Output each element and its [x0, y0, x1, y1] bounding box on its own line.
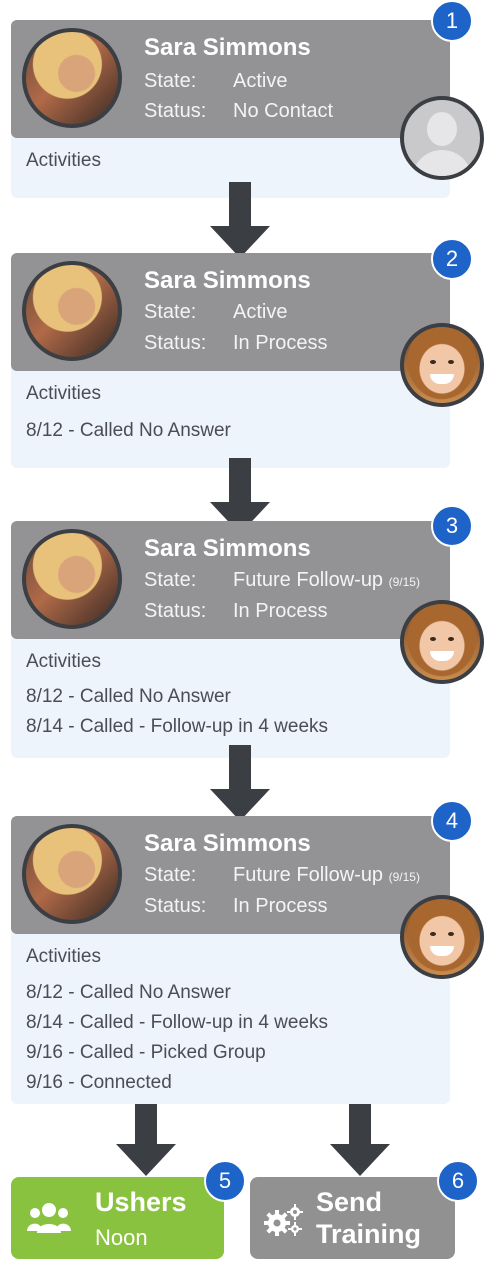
activities-title: Activities: [26, 946, 101, 967]
down-arrow-icon: [330, 1104, 390, 1176]
status-value: No Contact: [233, 100, 334, 122]
state-row: State: Active: [144, 70, 287, 93]
status-label: Status:: [144, 100, 207, 122]
step-badge-4: 4: [431, 800, 473, 842]
down-arrow-icon: [210, 182, 270, 258]
status-row: Status: In Process: [144, 600, 327, 623]
step-badge-6: 6: [437, 1160, 479, 1202]
contact-name: Sara Simmons: [144, 535, 311, 562]
caller-photo: [400, 895, 484, 979]
contact-photo: [22, 529, 122, 629]
placeholder-user-icon: [400, 96, 484, 180]
activity-item: 8/12 - Called No Answer: [26, 982, 231, 1003]
state-value: Future Follow-up: [233, 864, 384, 886]
contact-name: Sara Simmons: [144, 830, 311, 857]
ushers-group-button[interactable]: Ushers Noon: [11, 1177, 224, 1259]
card-header: Sara Simmons State: Future Follow-up (9/1…: [11, 816, 450, 934]
status-row: Status: No Contact: [144, 100, 333, 123]
step-badge-5: 5: [204, 1160, 246, 1202]
state-value: Active: [233, 70, 288, 92]
ushers-title: Ushers: [95, 1187, 187, 1217]
activities-title: Activities: [26, 651, 101, 672]
state-row: State: Active: [144, 301, 287, 324]
activity-item: 9/16 - Connected: [26, 1072, 172, 1093]
send-training-button[interactable]: Send Training: [250, 1177, 455, 1259]
activity-item: 9/16 - Called - Picked Group: [26, 1042, 266, 1063]
contact-photo: [22, 28, 122, 128]
activity-item: 8/14 - Called - Follow-up in 4 weeks: [26, 1012, 329, 1033]
down-arrow-icon: [116, 1104, 176, 1176]
status-label: Status:: [144, 332, 207, 354]
activities-title: Activities: [26, 150, 101, 171]
group-icon: [27, 1203, 71, 1233]
activity-item: 8/14 - Called - Follow-up in 4 weeks: [26, 716, 329, 737]
state-row: State: Future Follow-up (9/15): [144, 864, 420, 887]
gears-icon: [264, 1204, 303, 1236]
state-note: (9/15): [388, 870, 420, 884]
step-badge-2: 2: [431, 238, 473, 280]
state-row: State: Future Follow-up (9/15): [144, 569, 420, 592]
send-training-title-line1: Send: [316, 1187, 383, 1217]
activity-item: 8/12 - Called No Answer: [26, 420, 231, 441]
status-value: In Process: [233, 895, 328, 917]
activity-item: 8/12 - Called No Answer: [26, 686, 231, 707]
caller-photo: [400, 323, 484, 407]
caller-photo: [400, 600, 484, 684]
state-value: Active: [233, 301, 288, 323]
contact-name: Sara Simmons: [144, 267, 311, 294]
card-header: Sara Simmons State: Active Status: In Proc…: [11, 253, 450, 371]
step-badge-3: 3: [431, 505, 473, 547]
down-arrow-icon: [210, 745, 270, 821]
activities-title: Activities: [26, 383, 101, 404]
state-value: Future Follow-up: [233, 569, 384, 591]
state-label: State:: [144, 569, 197, 591]
status-label: Status:: [144, 600, 207, 622]
state-note: (9/15): [388, 575, 420, 589]
ushers-subtitle: Noon: [95, 1225, 148, 1250]
state-label: State:: [144, 301, 197, 323]
state-label: State:: [144, 864, 197, 886]
card-header: Sara Simmons State: Active Status: No Cont…: [11, 20, 450, 138]
state-label: State:: [144, 70, 197, 92]
status-row: Status: In Process: [144, 332, 327, 355]
step-badge-1: 1: [431, 0, 473, 42]
status-row: Status: In Process: [144, 895, 327, 918]
contact-name: Sara Simmons: [144, 34, 311, 61]
status-value: In Process: [233, 332, 328, 354]
card-header: Sara Simmons State: Future Follow-up (9/1…: [11, 521, 450, 639]
status-label: Status:: [144, 895, 207, 917]
status-value: In Process: [233, 600, 328, 622]
send-training-title-line2: Training: [316, 1219, 422, 1249]
contact-photo: [22, 261, 122, 361]
contact-photo: [22, 824, 122, 924]
